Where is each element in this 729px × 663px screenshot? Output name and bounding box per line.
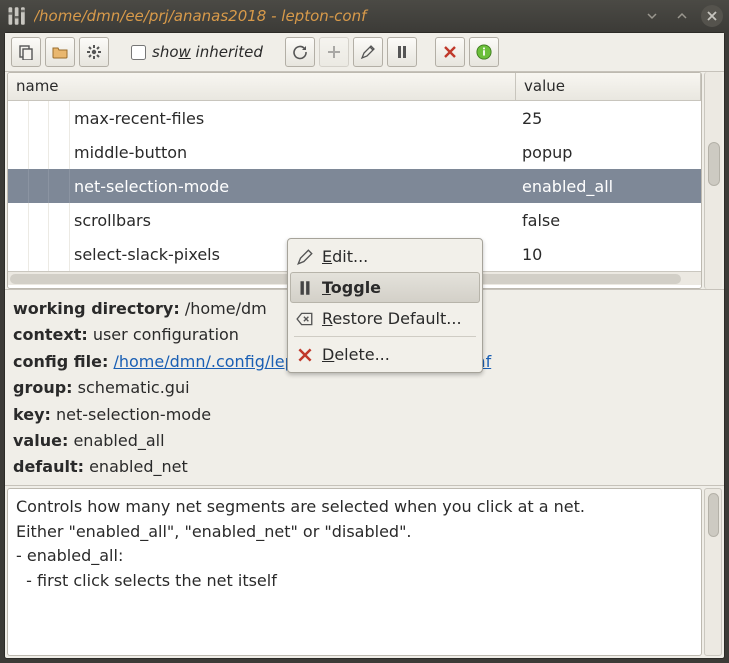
ctx-edit-label: Edit...	[322, 247, 368, 266]
row-value: 25	[516, 109, 701, 128]
description-text: Controls how many net segments are selec…	[7, 488, 702, 656]
minimize-button[interactable]	[641, 5, 663, 27]
detail-value: value: enabled_all	[13, 428, 716, 454]
detail-group: group: schematic.gui	[13, 375, 716, 401]
detail-default: default: enabled_net	[13, 454, 716, 480]
close-button[interactable]	[701, 5, 723, 27]
description-area: Controls how many net segments are selec…	[7, 488, 722, 656]
show-inherited-input[interactable]	[131, 45, 146, 60]
row-value: popup	[516, 143, 701, 162]
ctx-edit[interactable]: Edit...	[290, 241, 480, 272]
tree-row[interactable]: scrollbars false	[8, 203, 701, 237]
row-name: scrollbars	[70, 211, 516, 230]
toggle-button[interactable]	[387, 37, 417, 67]
open-button[interactable]	[45, 37, 75, 67]
row-value: false	[516, 211, 701, 230]
tree-header: name value	[8, 73, 701, 101]
maximize-button[interactable]	[671, 5, 693, 27]
row-name: middle-button	[70, 143, 516, 162]
app-icon	[6, 6, 26, 26]
window-title: /home/dmn/ee/prj/ananas2018 - lepton-con…	[34, 7, 633, 25]
context-menu: Edit... Toggle Restore Default... Delete…	[287, 238, 483, 373]
ctx-delete-label: Delete...	[322, 345, 390, 364]
pencil-icon	[296, 248, 314, 266]
titlebar: /home/dmn/ee/prj/ananas2018 - lepton-con…	[0, 0, 729, 32]
row-name: max-recent-files	[70, 109, 516, 128]
ctx-restore-label: Restore Default...	[322, 309, 462, 328]
tree-row[interactable]: middle-button popup	[8, 135, 701, 169]
backspace-icon	[296, 310, 314, 328]
row-name: net-selection-mode	[70, 177, 516, 196]
tree-row[interactable]: max-recent-files 25	[8, 101, 701, 135]
pause-icon	[296, 279, 314, 297]
show-inherited-label: show inherited	[152, 43, 263, 61]
tree-row-selected[interactable]: net-selection-mode enabled_all	[8, 169, 701, 203]
add-button[interactable]	[319, 37, 349, 67]
info-button[interactable]	[469, 37, 499, 67]
detail-key: key: net-selection-mode	[13, 402, 716, 428]
ctx-separator	[294, 336, 476, 337]
column-value[interactable]: value	[516, 73, 701, 100]
delete-button[interactable]	[435, 37, 465, 67]
toolbar: show inherited	[5, 33, 724, 72]
settings-button[interactable]	[79, 37, 109, 67]
row-value: enabled_all	[516, 177, 701, 196]
ctx-toggle-label: Toggle	[322, 278, 381, 297]
tree-vscrollbar[interactable]	[704, 72, 722, 289]
reload-button[interactable]	[285, 37, 315, 67]
edit-button[interactable]	[353, 37, 383, 67]
ctx-delete[interactable]: Delete...	[290, 339, 480, 370]
show-inherited-checkbox[interactable]: show inherited	[127, 43, 267, 61]
ctx-toggle[interactable]: Toggle	[290, 272, 480, 303]
delete-icon	[296, 346, 314, 364]
column-name[interactable]: name	[8, 73, 516, 100]
description-vscrollbar[interactable]	[704, 488, 722, 656]
ctx-restore-default[interactable]: Restore Default...	[290, 303, 480, 334]
copy-button[interactable]	[11, 37, 41, 67]
client-area: show inherited name value	[4, 32, 725, 659]
row-value: 10	[516, 245, 701, 264]
